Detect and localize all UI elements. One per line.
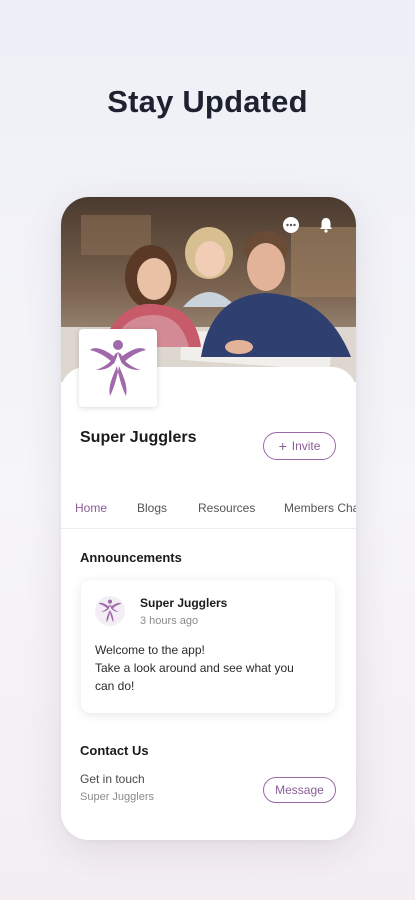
group-name: Super Jugglers (80, 429, 197, 446)
contact-name: Super Jugglers (80, 791, 154, 803)
contact-subtitle: Get in touch (80, 772, 145, 786)
bell-icon[interactable] (316, 215, 336, 235)
post-time: 3 hours ago (140, 615, 199, 627)
tab-members-chat[interactable]: Members Cha (284, 501, 356, 528)
group-logo (79, 329, 157, 407)
juggler-logo-icon (90, 340, 146, 396)
post-author: Super Jugglers (140, 596, 228, 610)
post-body: Welcome to the app! Take a look around a… (95, 641, 325, 695)
post-line: Welcome to the app! (95, 643, 205, 657)
post-line: can do! (95, 679, 135, 693)
juggler-logo-icon (98, 599, 122, 623)
tab-blogs[interactable]: Blogs (137, 501, 167, 528)
tab-resources[interactable]: Resources (198, 501, 255, 528)
invite-button[interactable]: + Invite (263, 432, 336, 460)
avatar (95, 596, 125, 626)
page-headline: Stay Updated (107, 84, 308, 119)
invite-label: Invite (291, 439, 321, 453)
chat-icon[interactable] (281, 215, 301, 235)
contact-title: Contact Us (80, 743, 149, 758)
tab-bar: Home Blogs Resources Members Cha (61, 493, 356, 529)
phone-mockup: Super Jugglers + Invite Home Blogs Resou… (61, 197, 356, 840)
announcement-card[interactable]: Super Jugglers 3 hours ago Welcome to th… (81, 580, 335, 713)
announcements-title: Announcements (80, 550, 182, 565)
post-line: Take a look around and see what you (95, 661, 294, 675)
message-button[interactable]: Message (263, 777, 336, 803)
tab-home[interactable]: Home (75, 501, 107, 528)
plus-icon: + (278, 438, 287, 454)
group-content: Super Jugglers + Invite Home Blogs Resou… (61, 329, 356, 840)
